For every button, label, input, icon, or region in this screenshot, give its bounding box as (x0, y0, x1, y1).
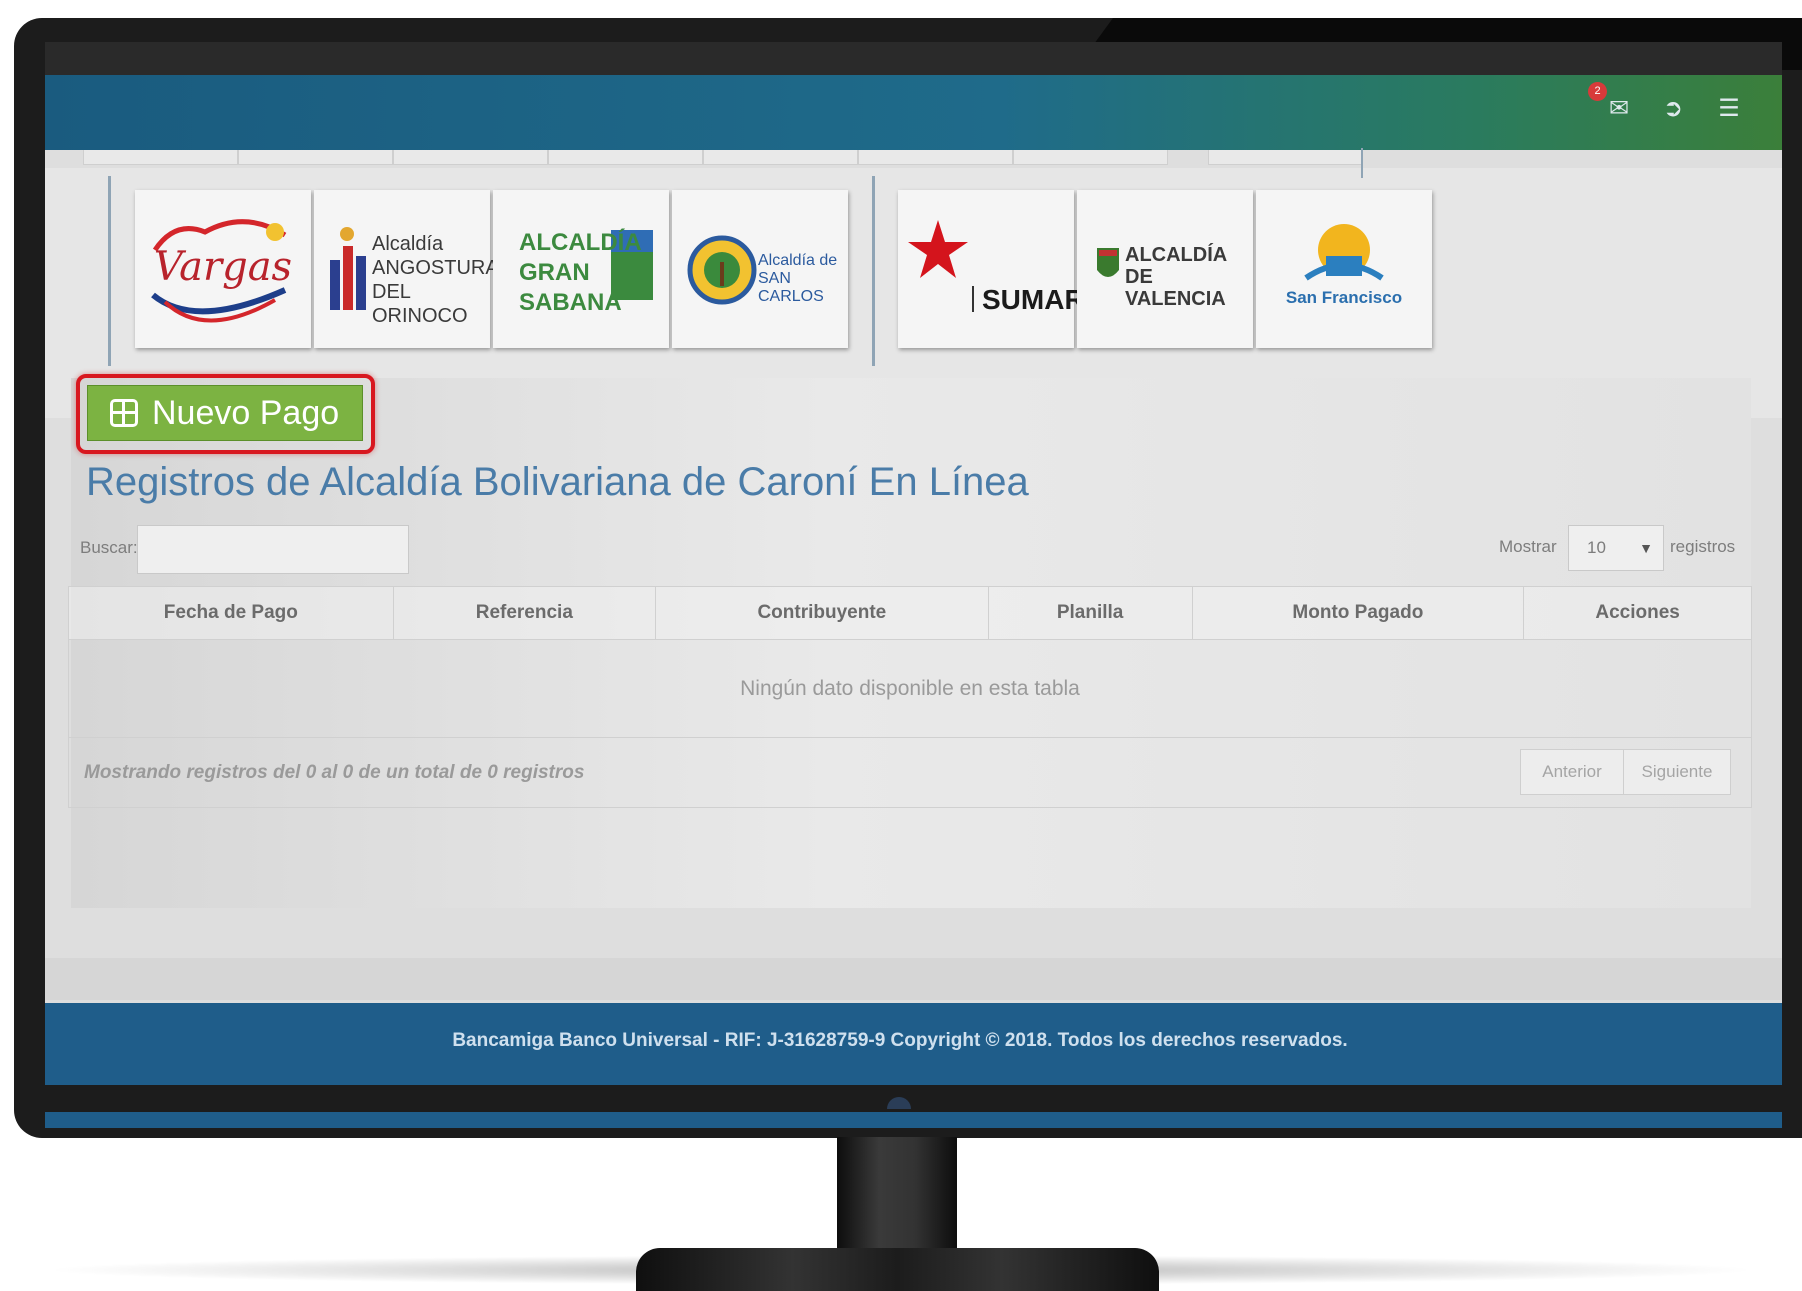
column-header[interactable]: Acciones (1523, 586, 1752, 640)
sumar-logo-image (908, 220, 974, 312)
chevron-down-icon: ▼ (1639, 540, 1653, 556)
search-input[interactable] (137, 525, 409, 574)
column-header[interactable]: Referencia (392, 586, 656, 640)
logo-vargas-text: Vargas (153, 244, 293, 290)
logo-angostura[interactable]: Alcaldía ANGOSTURA DEL ORINOCO (314, 190, 498, 348)
logout-icon[interactable]: ➲ (1660, 96, 1686, 120)
table-header-row: Fecha de Pago Referencia Contribuyente P… (68, 586, 1752, 640)
records-label: registros (1670, 537, 1736, 556)
column-header[interactable]: Planilla (987, 586, 1193, 640)
logo-vargas[interactable]: Vargas (135, 190, 311, 348)
mail-icon[interactable]: ✉ (1606, 96, 1632, 120)
next-page-button[interactable]: Siguiente (1623, 749, 1731, 795)
browser-top-strip (45, 42, 1782, 75)
bezel-bottom-bar (45, 1112, 1782, 1128)
logo-san-francisco-text: San Francisco (1285, 288, 1403, 307)
logo-valencia[interactable]: ALCALDÍA DE VALENCIA (1077, 190, 1253, 348)
column-header[interactable]: Contribuyente (654, 586, 989, 640)
san-francisco-logo-image (1304, 224, 1384, 281)
previous-page-button[interactable]: Anterior (1520, 749, 1624, 795)
lower-gap (45, 958, 1782, 1000)
logo-separator (872, 176, 875, 366)
records-table: Fecha de Pago Referencia Contribuyente P… (68, 586, 1752, 738)
nav-tab[interactable] (858, 150, 1013, 165)
logo-san-carlos[interactable]: Alcaldía de SAN CARLOS (672, 190, 848, 348)
add-icon (110, 399, 138, 427)
logo-separator (108, 176, 111, 366)
nav-tabs-strip (45, 150, 1782, 168)
search-label: Buscar: (80, 538, 138, 557)
nav-tab[interactable] (1013, 150, 1168, 165)
logo-sumar-text: SUMAR (982, 284, 1085, 315)
nav-tab[interactable] (703, 150, 858, 165)
column-header[interactable]: Fecha de Pago (68, 586, 394, 640)
logo-valencia-text: ALCALDÍA DE VALENCIA (1125, 244, 1227, 310)
logo-san-francisco[interactable]: San Francisco (1256, 190, 1432, 348)
tab-separator (1361, 148, 1363, 178)
logo-san-carlos-text: Alcaldía de SAN CARLOS (758, 252, 838, 305)
logo-angostura-text: Alcaldía ANGOSTURA DEL ORINOCO (372, 233, 498, 327)
monitor-stand-base (636, 1248, 1159, 1291)
monitor-stand-neck (837, 1137, 957, 1257)
nav-tab[interactable] (83, 150, 238, 165)
logo-gran-sabana[interactable]: ALCALDÍA GRAN SABANA (493, 190, 669, 348)
table-info: Mostrando registros del 0 al 0 de un tot… (84, 762, 585, 783)
notification-badge: 2 (1588, 82, 1607, 101)
nav-tab[interactable] (238, 150, 393, 165)
menu-icon[interactable]: ☰ (1716, 96, 1742, 120)
logo-gran-sabana-text: ALCALDÍA GRAN SABANA (519, 229, 641, 316)
footer-copyright: Bancamiga Banco Universal - RIF: J-31628… (452, 1030, 1348, 1051)
page-size-value: 10 (1587, 538, 1606, 557)
nav-tab[interactable] (1208, 150, 1363, 165)
table-row: Ningún dato disponible en esta tabla (68, 639, 1752, 738)
page-size-select[interactable]: 10 ▼ (1568, 525, 1664, 571)
top-header-bar (45, 75, 1782, 150)
show-label: Mostrar (1499, 537, 1557, 556)
page-title: Registros de Alcaldía Bolivariana de Car… (86, 460, 1029, 504)
nav-tab[interactable] (393, 150, 548, 165)
empty-table-message: Ningún dato disponible en esta tabla (68, 639, 1752, 738)
column-header[interactable]: Monto Pagado (1191, 586, 1525, 640)
nav-tab[interactable] (548, 150, 703, 165)
logo-sumar[interactable]: SUMAR (898, 190, 1085, 348)
